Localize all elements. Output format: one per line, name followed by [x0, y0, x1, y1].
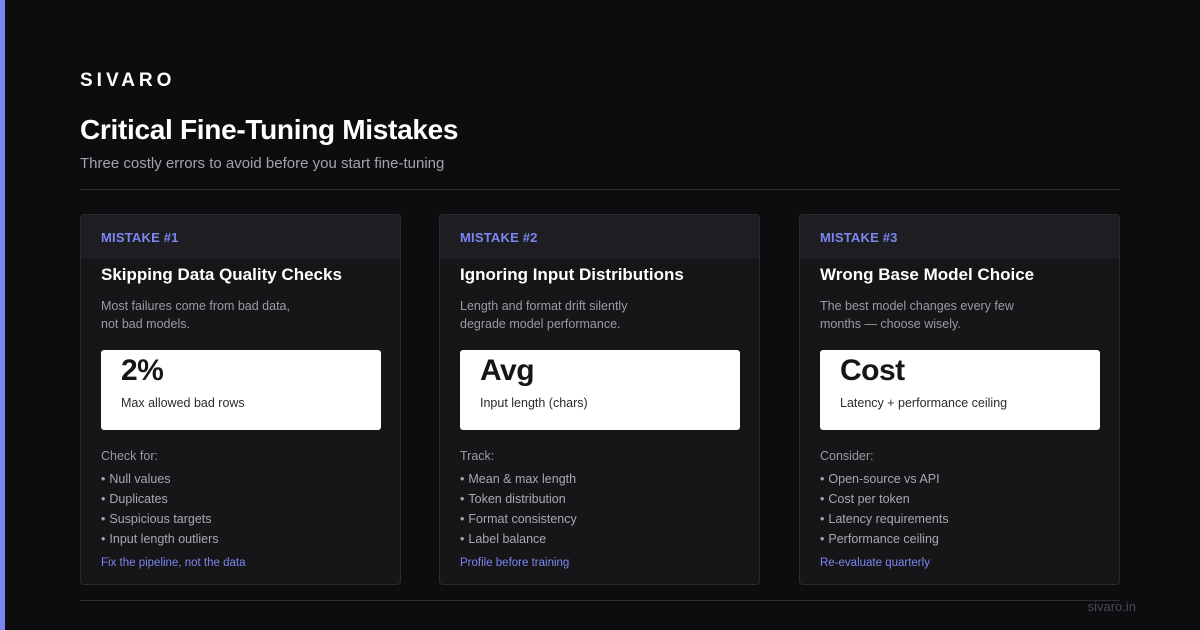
card-footer-tip: Fix the pipeline, not the data — [101, 557, 246, 569]
mistake-card-3: MISTAKE #3 Wrong Base Model Choice The b… — [799, 214, 1120, 585]
card-footer-tip: Re-evaluate quarterly — [820, 557, 930, 569]
card-header: MISTAKE #1 — [81, 215, 400, 259]
accent-bar — [0, 0, 5, 630]
card-description: The best model changes every few months … — [820, 297, 1060, 333]
list-item: • Label balance — [460, 529, 577, 549]
card-header: MISTAKE #3 — [800, 215, 1119, 259]
card-description-line: Most failures come from bad data, — [101, 299, 290, 313]
brand-logo-text: SIVARO — [80, 70, 176, 91]
stat-value: Cost — [840, 354, 905, 387]
stat-caption: Latency + performance ceiling — [840, 396, 1008, 410]
list-item: • Performance ceiling — [820, 529, 949, 549]
mistake-label: MISTAKE #1 — [101, 230, 179, 245]
card-title: Wrong Base Model Choice — [820, 265, 1035, 284]
stat-caption: Input length (chars) — [480, 396, 588, 410]
header-divider — [80, 189, 1120, 190]
checklist: • Null values • Duplicates • Suspicious tar… — [101, 469, 219, 549]
bullet-icon: • — [101, 472, 106, 486]
stat-box: Avg Input length (chars) — [460, 350, 740, 430]
card-description-line: months — choose wisely. — [820, 317, 961, 331]
list-item-text: Latency requirements — [828, 512, 949, 526]
bullet-icon: • — [460, 492, 465, 506]
card-description-line: The best model changes every few — [820, 299, 1014, 313]
card-footer-tip: Profile before training — [460, 557, 570, 569]
list-item-text: Performance ceiling — [828, 532, 939, 546]
card-description: Most failures come from bad data, not ba… — [101, 297, 341, 333]
stat-value: Avg — [480, 354, 535, 387]
mistake-cards: MISTAKE #1 Skipping Data Quality Checks … — [80, 214, 1120, 585]
bullet-icon: • — [101, 512, 106, 526]
card-description: Length and format drift silently degrade… — [460, 297, 700, 333]
list-item: • Latency requirements — [820, 509, 949, 529]
footer-divider — [80, 600, 1120, 601]
card-title: Ignoring Input Distributions — [460, 265, 684, 284]
card-description-line: degrade model performance. — [460, 317, 621, 331]
bullet-icon: • — [101, 532, 106, 546]
stat-box: 2% Max allowed bad rows — [101, 350, 381, 430]
list-item-text: Label balance — [468, 532, 547, 546]
list-item: • Cost per token — [820, 489, 949, 509]
list-label: Consider: — [820, 449, 874, 463]
mistake-label: MISTAKE #3 — [820, 230, 898, 245]
list-label: Check for: — [101, 449, 158, 463]
card-header: MISTAKE #2 — [440, 215, 759, 259]
mistake-card-2: MISTAKE #2 Ignoring Input Distributions … — [439, 214, 760, 585]
bullet-icon: • — [820, 532, 825, 546]
list-item: • Null values — [101, 469, 219, 489]
list-item: • Token distribution — [460, 489, 577, 509]
card-description-line: not bad models. — [101, 317, 190, 331]
card-title: Skipping Data Quality Checks — [101, 265, 342, 284]
list-item: • Duplicates — [101, 489, 219, 509]
bullet-icon: • — [460, 512, 465, 526]
list-item-text: Input length outliers — [109, 532, 219, 546]
page-subtitle: Three costly errors to avoid before you … — [80, 155, 445, 172]
mistake-card-1: MISTAKE #1 Skipping Data Quality Checks … — [80, 214, 401, 585]
mistake-label: MISTAKE #2 — [460, 230, 538, 245]
list-item-text: Cost per token — [828, 492, 910, 506]
list-item: • Open-source vs API — [820, 469, 949, 489]
bullet-icon: • — [820, 512, 825, 526]
bullet-icon: • — [101, 492, 106, 506]
list-item-text: Token distribution — [468, 492, 566, 506]
stat-caption: Max allowed bad rows — [121, 396, 245, 410]
list-item: • Format consistency — [460, 509, 577, 529]
site-domain: sivaro.in — [1087, 599, 1136, 614]
list-item: • Suspicious targets — [101, 509, 219, 529]
stat-box: Cost Latency + performance ceiling — [820, 350, 1100, 430]
list-item-text: Suspicious targets — [109, 512, 212, 526]
card-description-line: Length and format drift silently — [460, 299, 628, 313]
checklist: • Open-source vs API • Cost per token • Lat… — [820, 469, 949, 549]
list-item: • Input length outliers — [101, 529, 219, 549]
list-item-text: Mean & max length — [468, 472, 577, 486]
list-item-text: Null values — [109, 472, 171, 486]
bullet-icon: • — [820, 472, 825, 486]
list-label: Track: — [460, 449, 495, 463]
bullet-icon: • — [460, 532, 465, 546]
bullet-icon: • — [460, 472, 465, 486]
list-item-text: Format consistency — [468, 512, 577, 526]
list-item-text: Open-source vs API — [828, 472, 940, 486]
stat-value: 2% — [121, 354, 164, 387]
page-title: Critical Fine-Tuning Mistakes — [80, 114, 459, 145]
checklist: • Mean & max length • Token distribution •… — [460, 469, 577, 549]
list-item: • Mean & max length — [460, 469, 577, 489]
bullet-icon: • — [820, 492, 825, 506]
list-item-text: Duplicates — [109, 492, 168, 506]
